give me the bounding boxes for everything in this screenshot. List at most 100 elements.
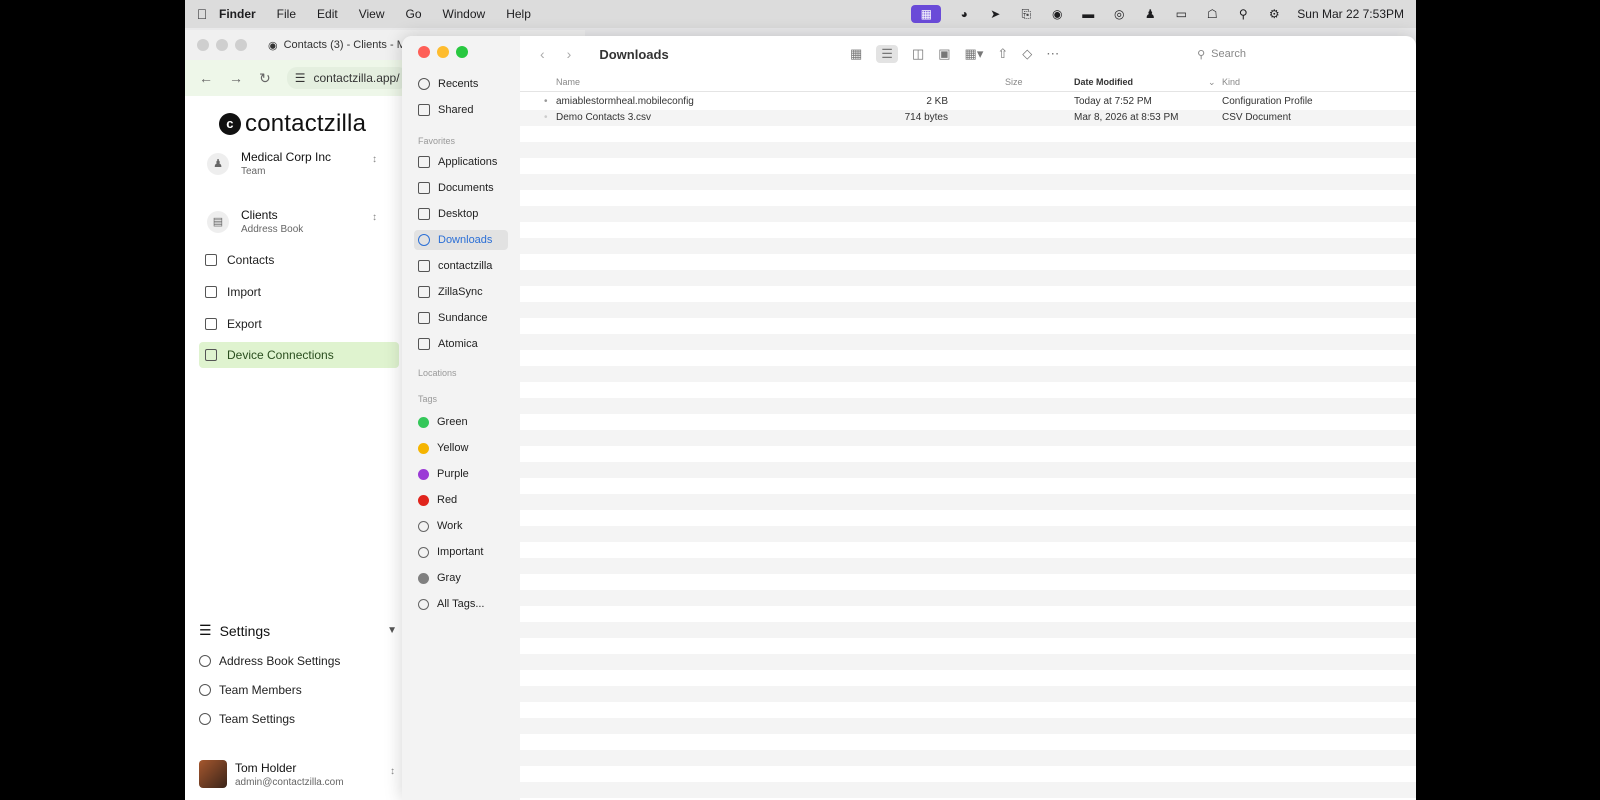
team-name: Medical Corp Inc	[241, 150, 332, 164]
logo-mark-icon: c	[219, 113, 241, 135]
applications-icon	[418, 156, 430, 168]
minimize-button[interactable]	[437, 46, 449, 58]
tag-dot-icon	[418, 572, 429, 584]
nav-export[interactable]: Export	[205, 311, 262, 337]
logo-text: contactzilla	[245, 110, 367, 137]
card-icon[interactable]: ▬	[1080, 7, 1096, 21]
sidebar-item-applications[interactable]: Applications	[418, 152, 512, 172]
search-label: Search	[1211, 48, 1246, 60]
forward-icon[interactable]: →	[229, 70, 243, 86]
menu-file[interactable]: File	[277, 7, 296, 21]
address-book-selector[interactable]: ▤ Clients Address Book ↕	[207, 208, 377, 235]
sidebar-label: Shared	[438, 104, 474, 116]
menu-go[interactable]: Go	[406, 7, 422, 21]
nav-team-members[interactable]: Team Members	[199, 683, 302, 697]
col-size[interactable]: Size	[1005, 77, 1023, 87]
tag-important[interactable]: Important	[418, 542, 512, 562]
sidebar-item-downloads[interactable]: Downloads	[414, 230, 508, 250]
record-icon[interactable]: ◎	[1111, 7, 1127, 21]
zoom-button[interactable]	[235, 39, 247, 51]
nav-label: Team Members	[219, 683, 302, 697]
screen-record-icon[interactable]: ▦	[911, 5, 942, 23]
share-icon[interactable]: ⇧	[997, 46, 1008, 62]
sidebar-item-documents[interactable]: Documents	[418, 178, 512, 198]
col-kind[interactable]: Kind	[1222, 77, 1240, 87]
tag-all-tags[interactable]: All Tags...	[418, 594, 512, 614]
file-date: Today at 7:52 PM	[1074, 96, 1152, 107]
control-center-icon[interactable]: ⚙	[1266, 7, 1282, 21]
settings-label: Settings	[219, 622, 271, 639]
tag-gray[interactable]: Gray	[418, 568, 512, 588]
table-row[interactable]: • Demo Contacts 3.csv 714 bytes Mar 8, 2…	[520, 110, 1416, 126]
apple-menu-icon[interactable]: 	[185, 6, 219, 22]
close-button[interactable]	[418, 46, 430, 58]
arrow-icon[interactable]: ➤	[987, 7, 1003, 21]
sidebar-label: Sundance	[438, 312, 488, 324]
back-icon[interactable]: ←	[199, 70, 213, 86]
sidebar-item-recents[interactable]: Recents	[418, 74, 512, 94]
import-icon	[205, 286, 217, 298]
minimize-button[interactable]	[216, 39, 228, 51]
user-email: admin@contactzilla.com	[235, 776, 344, 788]
file-size: 714 bytes	[904, 112, 948, 123]
search-field[interactable]: ⚲ Search	[1197, 48, 1246, 61]
wifi-icon[interactable]: ☖	[1204, 7, 1220, 21]
team-sub: Team	[241, 166, 266, 177]
back-icon[interactable]: ‹	[540, 46, 545, 62]
tag-red[interactable]: Red	[418, 490, 512, 510]
airplay-icon[interactable]: ◕	[956, 7, 972, 21]
finder-sidebar: Recents Shared Favorites Applications Do…	[402, 36, 520, 800]
user-menu[interactable]: Tom Holder admin@contactzilla.com ↕	[199, 760, 399, 788]
icon-view-icon[interactable]: ▦	[850, 46, 862, 62]
zoom-button[interactable]	[456, 46, 468, 58]
sidebar-item-shared[interactable]: Shared	[418, 100, 512, 120]
tag-dot-icon	[418, 520, 429, 532]
nav-import[interactable]: Import	[205, 279, 261, 305]
url-field[interactable]: ☰ contactzilla.app/	[286, 67, 408, 89]
vpn-icon[interactable]: ◉	[1049, 7, 1065, 21]
col-date[interactable]: Date Modified	[1074, 77, 1133, 87]
sidebar-label: Atomica	[438, 338, 478, 350]
favorites-heading: Favorites	[418, 136, 456, 146]
sidebar-item-atomica[interactable]: Atomica	[418, 334, 512, 354]
gallery-view-icon[interactable]: ▣	[938, 46, 950, 62]
battery-icon[interactable]: ▭	[1173, 7, 1189, 21]
menu-help[interactable]: Help	[506, 7, 531, 21]
tag-purple[interactable]: Purple	[418, 464, 512, 484]
close-button[interactable]	[197, 39, 209, 51]
browser-tab[interactable]: ◉ Contacts (3) - Clients - Me	[268, 39, 412, 52]
sidebar-item-contactzilla[interactable]: contactzilla	[418, 256, 512, 276]
list-view-icon[interactable]: ☰	[876, 45, 898, 63]
tag-yellow[interactable]: Yellow	[418, 438, 512, 458]
sidebar-item-zillasync[interactable]: ZillaSync	[418, 282, 512, 302]
forward-icon[interactable]: ›	[567, 46, 572, 62]
menu-app-name[interactable]: Finder	[219, 7, 256, 21]
nav-contacts[interactable]: Contacts	[205, 247, 274, 273]
more-icon[interactable]: ⋯	[1046, 46, 1059, 62]
group-icon[interactable]: ▦▾	[965, 46, 984, 62]
spotlight-icon[interactable]: ⚲	[1235, 7, 1251, 21]
table-row[interactable]: • amiablestormheal.mobileconfig 2 KB Tod…	[520, 94, 1416, 110]
sidebar-item-desktop[interactable]: Desktop	[418, 204, 512, 224]
app-logo[interactable]: c contactzilla	[219, 110, 366, 138]
tag-green[interactable]: Green	[418, 412, 512, 432]
menu-edit[interactable]: Edit	[317, 7, 338, 21]
address-book-sub: Address Book	[241, 224, 304, 235]
user-icon[interactable]: ♟	[1142, 7, 1158, 21]
clipboard-icon[interactable]: ⎘	[1018, 7, 1034, 21]
menu-view[interactable]: View	[359, 7, 385, 21]
tag-work[interactable]: Work	[418, 516, 512, 536]
settings-section-toggle[interactable]: ☰ Settings ▼	[199, 622, 399, 639]
col-name[interactable]: Name	[556, 77, 580, 87]
tag-icon[interactable]: ◇	[1022, 46, 1032, 62]
menu-window[interactable]: Window	[443, 7, 486, 21]
team-selector[interactable]: ♟ Medical Corp Inc Team ↕	[207, 150, 377, 177]
site-settings-icon[interactable]: ☰	[295, 71, 306, 85]
nav-team-settings[interactable]: Team Settings	[199, 712, 295, 726]
nav-device-connections[interactable]: Device Connections	[199, 342, 399, 368]
sidebar-item-sundance[interactable]: Sundance	[418, 308, 512, 328]
nav-address-book-settings[interactable]: Address Book Settings	[199, 654, 340, 668]
column-view-icon[interactable]: ◫	[912, 46, 924, 62]
reload-icon[interactable]: ↻	[259, 70, 271, 87]
menu-clock[interactable]: Sun Mar 22 7:53PM	[1297, 7, 1404, 21]
